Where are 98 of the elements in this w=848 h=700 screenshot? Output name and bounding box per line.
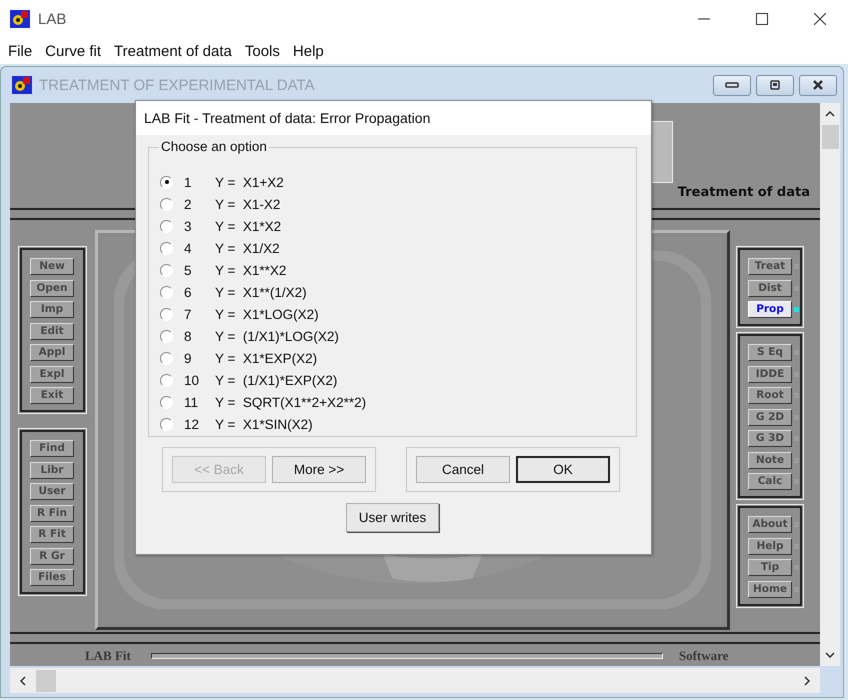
toolbar-button[interactable]: Edit <box>30 322 74 340</box>
toolbar-button[interactable]: Find <box>30 440 74 457</box>
dialog-button[interactable]: User writes <box>346 503 439 532</box>
toolbar-button[interactable]: Home <box>748 580 792 598</box>
option-number: 1 <box>184 174 193 190</box>
radio-button[interactable] <box>160 220 173 232</box>
toolbar-button[interactable]: Exit <box>30 387 74 404</box>
dialog-button[interactable]: OK <box>516 456 610 483</box>
option-number: 10 <box>184 372 200 388</box>
radio-button[interactable] <box>160 242 173 254</box>
toolbar-button[interactable]: R Gr <box>30 548 74 564</box>
radio-button[interactable] <box>160 286 173 298</box>
window-title: TREATMENT OF EXPERIMENTAL DATA <box>39 76 315 94</box>
option-formula: Y = X1**X2 <box>215 262 286 278</box>
toolbar-button[interactable]: Note <box>748 452 792 468</box>
menu-item[interactable]: File <box>8 42 32 60</box>
dialog-button[interactable]: Cancel <box>416 456 510 483</box>
toolbar-button[interactable]: Expl <box>30 366 74 382</box>
option-number: 4 <box>184 240 193 256</box>
dialog-title: LAB Fit - Treatment of data: Error Propagation <box>144 110 430 126</box>
toolbar-button[interactable]: Imp <box>30 301 74 318</box>
option-number: 6 <box>184 284 193 300</box>
option-number: 11 <box>184 394 200 410</box>
vertical-scrollbar[interactable] <box>820 103 840 666</box>
horizontal-scrollbar[interactable] <box>10 668 820 693</box>
menu-item[interactable]: Help <box>292 42 324 60</box>
toolbar-button[interactable]: Appl <box>30 344 74 361</box>
minimize-icon <box>725 80 739 90</box>
radio-button[interactable] <box>160 198 173 210</box>
scroll-up-icon[interactable] <box>825 111 835 117</box>
toolbar-button[interactable]: IDDE <box>748 366 792 382</box>
radio-button[interactable] <box>160 176 173 188</box>
option-formula: Y = X1*EXP(X2) <box>215 350 318 366</box>
option-number: 12 <box>184 416 200 432</box>
radio-button[interactable] <box>160 374 173 386</box>
toolbar-button[interactable]: User <box>30 483 74 500</box>
option-number: 7 <box>184 306 193 322</box>
option-formula: Y = (1/X1)*LOG(X2) <box>215 328 339 344</box>
toolbar-button[interactable]: Dist <box>748 280 792 296</box>
radio-button[interactable] <box>160 396 173 408</box>
group-label: Choose an option <box>159 139 269 154</box>
option-formula: Y = SQRT(X1**2+X2**2) <box>215 394 366 410</box>
radio-button[interactable] <box>160 308 173 320</box>
option-formula: Y = X1*SIN(X2) <box>215 416 313 432</box>
option-number: 3 <box>184 218 193 234</box>
option-formula: Y = X1**(1/X2) <box>215 284 307 300</box>
radio-button[interactable] <box>160 264 173 276</box>
toolbar-button[interactable]: R Fit <box>30 526 74 543</box>
option-formula: Y = X1+X2 <box>215 174 284 190</box>
toolbar-button[interactable]: Libr <box>30 462 74 478</box>
dialog-button[interactable]: More >> <box>272 456 366 483</box>
toolbar-button[interactable]: New <box>30 258 74 275</box>
app-icon <box>12 76 32 94</box>
toolbar-button[interactable]: Treat <box>748 258 792 275</box>
close-icon[interactable] <box>814 13 826 25</box>
scroll-left-icon[interactable] <box>20 676 26 686</box>
menu-item[interactable]: Treatment of data <box>114 42 232 60</box>
radio-button[interactable] <box>160 330 173 342</box>
option-number: 5 <box>184 262 193 278</box>
scroll-thumb[interactable] <box>36 670 56 692</box>
scroll-right-icon[interactable] <box>804 676 810 686</box>
toolbar-button[interactable]: Root <box>748 387 792 404</box>
section-label: Treatment of data <box>678 185 810 200</box>
toolbar-button[interactable]: Open <box>30 280 74 296</box>
menu-item[interactable]: Curve fit <box>45 42 102 60</box>
window-title: LAB <box>38 10 66 28</box>
footer-label: Software <box>678 648 728 664</box>
scroll-thumb[interactable] <box>822 125 838 149</box>
toolbar-button[interactable]: Files <box>30 569 74 586</box>
close-button[interactable] <box>799 74 837 96</box>
option-number: 8 <box>184 328 193 344</box>
radio-button[interactable] <box>160 352 173 364</box>
option-number: 9 <box>184 350 193 366</box>
scroll-down-icon[interactable] <box>825 652 835 658</box>
option-formula: Y = X1-X2 <box>215 196 280 212</box>
restore-button[interactable] <box>756 74 794 96</box>
restore-icon <box>768 80 782 90</box>
close-icon <box>811 80 825 90</box>
app-icon <box>10 10 30 28</box>
toolbar-button[interactable]: R Fin <box>30 504 74 522</box>
menu-item[interactable]: Tools <box>244 42 280 60</box>
minimize-button[interactable] <box>713 74 751 96</box>
footer-label: LAB Fit <box>85 648 131 664</box>
radio-button[interactable] <box>160 418 173 430</box>
toolbar-button[interactable]: G 3D <box>748 430 792 447</box>
option-formula: Y = X1*X2 <box>215 218 282 234</box>
option-formula: Y = X1*LOG(X2) <box>215 306 319 322</box>
toolbar-button[interactable]: About <box>748 516 792 533</box>
maximize-icon[interactable] <box>756 13 768 25</box>
toolbar-button[interactable]: Calc <box>748 473 792 490</box>
option-formula: Y = X1/X2 <box>215 240 280 256</box>
toolbar-button[interactable]: G 2D <box>748 408 792 426</box>
toolbar-button[interactable]: Tip <box>748 559 792 576</box>
toolbar-button[interactable]: Help <box>748 538 792 554</box>
toolbar-button[interactable]: Prop <box>748 301 792 318</box>
option-formula: Y = (1/X1)*EXP(X2) <box>215 372 338 388</box>
option-number: 2 <box>184 196 193 212</box>
toolbar-button[interactable]: S Eq <box>748 344 792 361</box>
